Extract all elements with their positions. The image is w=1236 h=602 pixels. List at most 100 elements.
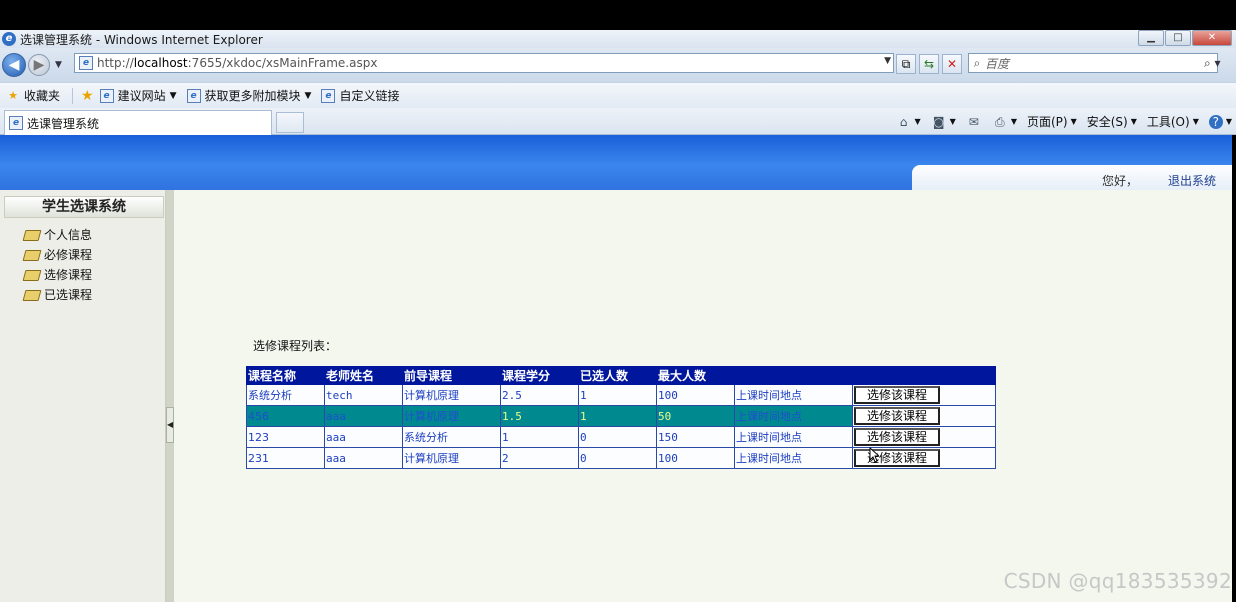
sidebar-item-required-courses[interactable]: 必修课程	[24, 246, 92, 262]
book-icon	[24, 269, 40, 280]
teacher-cell: aaa	[324, 405, 403, 427]
url-host: localhost	[133, 56, 188, 70]
selected-count-cell: 1	[578, 384, 657, 406]
time-location-cell: 上课时间地点	[734, 426, 853, 448]
window-controls: ▁ □ ✕	[1137, 30, 1232, 48]
time-location-cell: 上课时间地点	[734, 447, 853, 469]
back-button[interactable]: ◀	[2, 53, 26, 77]
fav-suggested-sites[interactable]: e 建议网站 ▼	[99, 87, 177, 104]
refresh-icon[interactable]: ⇆	[919, 54, 939, 74]
select-course-button[interactable]: 选修该课程	[854, 449, 940, 467]
max-count-cell: 150	[656, 426, 735, 448]
help-icon: ?	[1208, 114, 1223, 129]
select-course-button[interactable]: 选修该课程	[854, 386, 940, 404]
column-header: 最大人数	[656, 366, 735, 385]
safety-menu[interactable]: 安全(S) ▼	[1087, 113, 1137, 130]
selected-count-cell: 0	[578, 447, 657, 469]
sidebar-item-selected-courses[interactable]: 已选课程	[24, 286, 92, 302]
add-favorite-icon[interactable]: ★	[81, 88, 94, 104]
feeds-button[interactable]: ◙ ▼	[931, 115, 956, 129]
tab-xuanke[interactable]: e 选课管理系统	[4, 110, 272, 135]
tools-menu[interactable]: 工具(O) ▼	[1147, 113, 1199, 130]
help-menu[interactable]: ? ▼	[1208, 114, 1232, 129]
credit-cell: 1.5	[500, 405, 579, 427]
close-button[interactable]: ✕	[1192, 30, 1232, 46]
credit-cell: 2	[500, 447, 579, 469]
sidebar-item-profile[interactable]: 个人信息	[24, 226, 92, 242]
letterbox-band	[0, 0, 1236, 30]
mouse-cursor-icon	[869, 447, 879, 463]
prereq-cell: 计算机原理	[402, 405, 501, 427]
window-title: 选课管理系统 - Windows Internet Explorer	[20, 32, 263, 47]
rss-icon: ◙	[932, 114, 945, 129]
search-provider-icon: ⌕	[973, 55, 981, 70]
table-row: 231 aaa 计算机原理 2 0 100 上课时间地点 选修该课程	[246, 447, 996, 469]
credit-cell: 2.5	[500, 384, 579, 406]
sidebar-item-label: 已选课程	[44, 287, 93, 302]
tab-bar: e 选课管理系统 ⌂ ▼ ◙ ▼ ✉ ⎙ ▼ 页面(P) ▼ 安全(S) ▼ 工具(O) ▼…	[0, 108, 1236, 135]
prereq-cell: 系统分析	[402, 426, 501, 448]
course-name-cell: 456	[246, 405, 325, 427]
screen: e 选课管理系统 - Windows Internet Explorer ▁ □…	[0, 0, 1236, 602]
select-course-button[interactable]: 选修该课程	[854, 407, 940, 425]
address-field[interactable]: e http://localhost:7655/xkdoc/xsMainFram…	[74, 53, 894, 73]
selected-count-cell: 1	[578, 405, 657, 427]
max-count-cell: 100	[656, 447, 735, 469]
page-menu[interactable]: 页面(P) ▼	[1027, 113, 1077, 130]
favorites-label: 收藏夹	[24, 89, 61, 103]
collapse-sidebar-button[interactable]: ◀	[166, 407, 174, 443]
address-dropdown-icon[interactable]: ▼	[884, 56, 891, 66]
watermark-text: CSDN @qq183535392	[1003, 569, 1232, 593]
time-location-link[interactable]: 上课时间地点	[736, 389, 802, 402]
address-toolbar: ◀ ▶ ▼ e http://localhost:7655/xkdoc/xsMa…	[0, 48, 1236, 82]
forward-button[interactable]: ▶	[28, 54, 50, 76]
home-button[interactable]: ⌂ ▼	[896, 115, 921, 129]
mail-icon: ✉	[968, 114, 979, 129]
maximize-button[interactable]: □	[1165, 30, 1191, 46]
chevron-down-icon: ▼	[1070, 117, 1077, 126]
minimize-button[interactable]: ▁	[1138, 30, 1164, 46]
frame-splitter[interactable]	[166, 190, 174, 602]
mail-button[interactable]: ✉	[966, 115, 982, 129]
action-cell: 选修该课程	[852, 405, 996, 427]
max-count-cell: 50	[656, 405, 735, 427]
teacher-cell: aaa	[324, 426, 403, 448]
column-header	[734, 366, 853, 385]
select-course-button[interactable]: 选修该课程	[854, 428, 940, 446]
column-header: 课程学分	[500, 366, 579, 385]
recent-pages-dropdown-icon[interactable]: ▼	[55, 60, 62, 70]
logout-link[interactable]: 退出系统	[1168, 172, 1216, 189]
page-icon: e	[9, 116, 23, 130]
printer-icon: ⎙	[995, 114, 1005, 129]
book-icon	[24, 249, 40, 260]
favorites-button[interactable]: ★ 收藏夹	[6, 87, 60, 104]
book-icon	[24, 229, 40, 240]
fav-item-label: 自定义链接	[339, 89, 400, 103]
selected-count-cell: 0	[578, 426, 657, 448]
page-icon: e	[186, 88, 201, 103]
chevron-down-icon: ▼	[949, 117, 956, 126]
page-icon: e	[79, 56, 93, 70]
command-bar: ⌂ ▼ ◙ ▼ ✉ ⎙ ▼ 页面(P) ▼ 安全(S) ▼ 工具(O) ▼ ? ▼	[886, 108, 1232, 135]
sidebar-title: 学生选课系统	[4, 196, 164, 218]
fav-get-addons[interactable]: e 获取更多附加模块 ▼	[186, 87, 311, 104]
chevron-down-icon: ▼	[1192, 117, 1199, 126]
search-go-icon[interactable]: ⌕ ▾	[1204, 56, 1221, 71]
time-location-link[interactable]: 上课时间地点	[736, 431, 802, 444]
stop-icon[interactable]: ✕	[942, 54, 962, 74]
chevron-down-icon: ▼	[1010, 117, 1017, 126]
new-tab-button[interactable]	[276, 112, 304, 133]
print-button[interactable]: ⎙ ▼	[992, 115, 1017, 129]
chevron-down-icon: ▼	[914, 117, 921, 126]
chevron-down-icon: ▼	[1225, 117, 1232, 126]
time-location-link[interactable]: 上课时间地点	[736, 410, 802, 423]
fav-custom-links[interactable]: e 自定义链接	[321, 87, 399, 104]
fav-item-label: 建议网站	[117, 89, 166, 103]
search-input[interactable]: ⌕ 百度	[968, 53, 1218, 73]
table-header-row: 课程名称 老师姓名 前导课程 课程学分 已选人数 最大人数	[246, 366, 996, 385]
compatibility-view-icon[interactable]: ⧉	[896, 54, 916, 74]
sidebar-item-elective-courses[interactable]: 选修课程	[24, 266, 92, 282]
table-row: 系统分析 tech 计算机原理 2.5 1 100 上课时间地点 选修该课程	[246, 384, 996, 406]
teacher-cell: tech	[324, 384, 403, 406]
time-location-link[interactable]: 上课时间地点	[736, 452, 802, 465]
